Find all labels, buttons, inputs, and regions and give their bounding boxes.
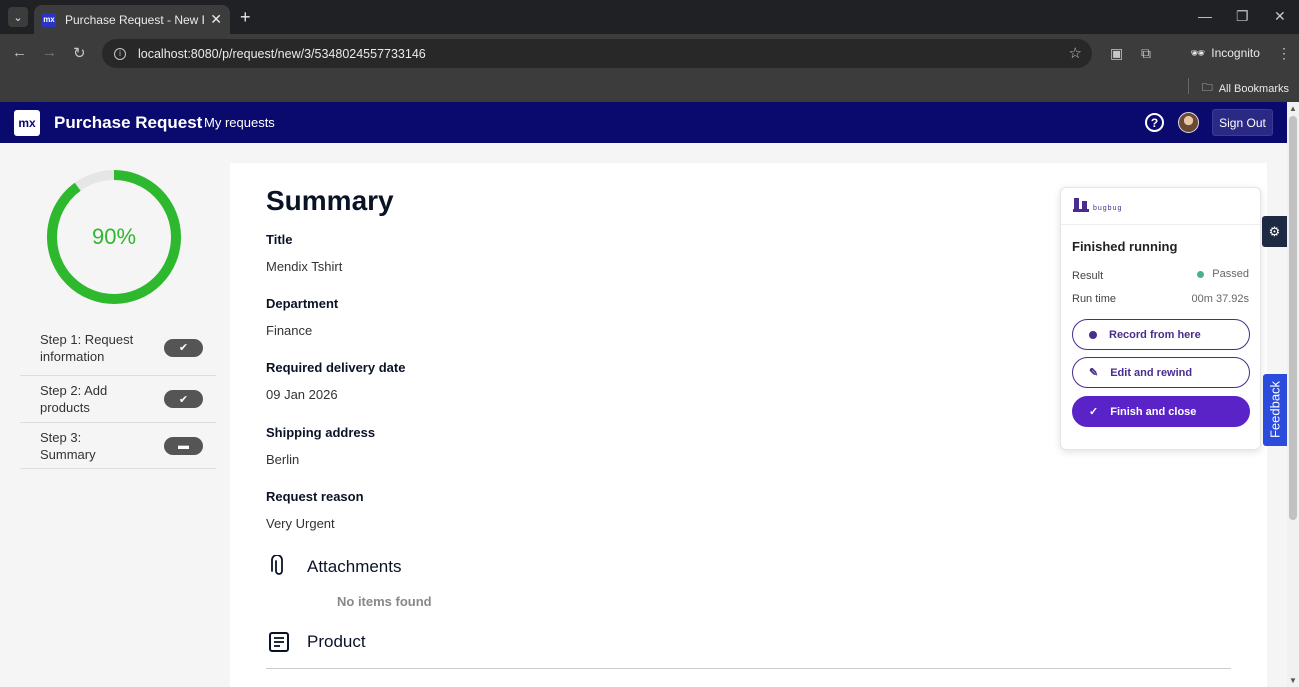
tab-search-chevron-icon[interactable]: ⌄ <box>8 7 28 27</box>
panel-divider <box>1061 224 1260 225</box>
field-label-department: Department <box>266 296 339 311</box>
browser-tab[interactable]: mx Purchase Request - New Request ✕ <box>34 5 230 34</box>
feedback-tab[interactable]: Feedback <box>1263 374 1287 446</box>
feedback-label: Feedback <box>1267 380 1283 439</box>
bugbug-logo-text: bugbug <box>1093 205 1123 212</box>
field-label-delivery-date: Required delivery date <box>266 360 406 375</box>
bookmark-star-icon[interactable]: ☆ <box>1069 44 1082 62</box>
bugbug-logo-icon <box>1073 198 1089 212</box>
avatar[interactable] <box>1178 112 1199 133</box>
extension-bugbug-icon[interactable]: ▣ <box>1110 45 1123 62</box>
field-label-shipping-address: Shipping address <box>266 425 376 440</box>
help-icon[interactable]: ? <box>1145 113 1164 132</box>
finish-button-label: Finish and close <box>1110 405 1197 418</box>
record-button-label: Record from here <box>1109 328 1201 341</box>
all-bookmarks[interactable]: 🗀 All Bookmarks <box>1202 79 1289 98</box>
browser-menu-icon[interactable]: ⋮ <box>1277 45 1291 62</box>
browser-tabbar: ⌄ mx Purchase Request - New Request ✕ + … <box>0 0 1299 34</box>
product-heading: Product <box>307 632 366 651</box>
step-label: Step 1: Request information <box>40 331 134 364</box>
minus-icon: ▬ <box>164 436 203 455</box>
incognito-label: Incognito <box>1211 46 1260 60</box>
field-value-delivery-date: 09 Jan 2026 <box>266 387 338 402</box>
close-tab-icon[interactable]: ✕ <box>210 11 222 28</box>
edit-rewind-icon: ✎ <box>1089 367 1099 379</box>
bookmarks-bar: 🗀 All Bookmarks <box>0 72 1299 102</box>
edit-button-label: Edit and rewind <box>1110 366 1193 379</box>
bugbug-panel: bugbug Finished running Result Passed Ru… <box>1060 187 1261 450</box>
mx-logo[interactable]: mx <box>14 110 40 136</box>
incognito-badge[interactable]: 🕶 Incognito <box>1180 39 1270 67</box>
app-title[interactable]: Purchase Request <box>54 113 202 133</box>
product-divider <box>266 668 1231 669</box>
attachments-empty-text: No items found <box>337 594 432 609</box>
back-arrow-icon[interactable]: ← <box>12 44 27 61</box>
sign-out-button[interactable]: Sign Out <box>1212 109 1273 136</box>
scroll-down-icon[interactable]: ▼ <box>1289 676 1297 685</box>
extensions-puzzle-icon[interactable]: ⧉ <box>1141 45 1151 62</box>
attachments-heading: Attachments <box>307 557 402 576</box>
scroll-thumb[interactable] <box>1289 116 1297 520</box>
minimize-icon[interactable]: — <box>1198 8 1212 24</box>
field-value-title: Mendix Tshirt <box>266 259 343 274</box>
field-label-request-reason: Request reason <box>266 489 364 504</box>
reload-icon[interactable]: ↻ <box>73 44 86 62</box>
forward-arrow-icon[interactable]: → <box>42 44 57 61</box>
step-label: Step 3: Summary <box>40 429 96 462</box>
record-from-here-button[interactable]: Record from here <box>1072 319 1250 350</box>
paperclip-icon <box>271 555 283 575</box>
check-icon: ✔ <box>164 390 203 408</box>
sidebar-step-1[interactable]: Step 1: Request information ✔ <box>20 320 216 376</box>
tab-title: Purchase Request - New Request <box>64 12 204 27</box>
sidebar-step-3[interactable]: Step 3: Summary ▬ <box>20 423 216 469</box>
my-requests-link[interactable]: My requests <box>204 115 275 130</box>
page-scrollbar[interactable]: ▲ ▼ <box>1287 102 1299 687</box>
person-settings-icon[interactable]: ⚙ <box>1262 216 1287 247</box>
step-label: Step 2: Add products <box>40 383 108 415</box>
url-text: localhost:8080/p/request/new/3/534802455… <box>138 46 426 61</box>
window-close-icon[interactable]: ✕ <box>1274 8 1286 25</box>
bugbug-logo: bugbug <box>1073 198 1122 212</box>
scroll-up-icon[interactable]: ▲ <box>1289 104 1297 113</box>
result-value: Passed <box>1197 268 1249 280</box>
address-bar[interactable]: i localhost:8080/p/request/new/3/5348024… <box>102 39 1092 68</box>
browser-toolbar: ← → ↻ i localhost:8080/p/request/new/3/5… <box>0 34 1299 72</box>
passed-dot-icon <box>1197 270 1205 278</box>
page-title: Summary <box>266 185 394 216</box>
sidebar-step-2[interactable]: Step 2: Add products ✔ <box>20 376 216 423</box>
result-label: Result <box>1072 270 1104 282</box>
run-status: Finished running <box>1072 239 1178 254</box>
new-tab-plus-icon[interactable]: + <box>240 7 251 28</box>
field-label-title: Title <box>266 232 293 247</box>
favicon-icon: mx <box>42 12 56 27</box>
all-bookmarks-label: All Bookmarks <box>1218 82 1289 95</box>
check-icon: ✔ <box>164 338 203 357</box>
field-value-shipping-address: Berlin <box>266 452 300 467</box>
progress-percent: 90% <box>91 224 137 249</box>
app-header: mx Purchase Request My requests ? Sign O… <box>0 102 1287 143</box>
check-icon: ✓ <box>1089 406 1099 418</box>
finish-and-close-button[interactable]: ✓ Finish and close <box>1072 396 1250 427</box>
runtime-value: 00m 37.92s <box>1191 293 1249 305</box>
bookmarks-separator <box>1188 78 1189 94</box>
document-icon <box>269 632 289 652</box>
folder-icon: 🗀 <box>1201 82 1213 94</box>
result-value-text: Passed <box>1212 268 1249 280</box>
edit-and-rewind-button[interactable]: ✎ Edit and rewind <box>1072 357 1250 388</box>
incognito-icon: 🕶 <box>1190 46 1206 60</box>
record-dot-icon <box>1089 330 1097 339</box>
field-value-department: Finance <box>266 323 313 338</box>
runtime-label: Run time <box>1072 293 1117 305</box>
site-info-icon[interactable]: i <box>114 47 126 60</box>
restore-icon[interactable]: ❐ <box>1236 8 1249 25</box>
field-value-request-reason: Very Urgent <box>266 516 335 531</box>
